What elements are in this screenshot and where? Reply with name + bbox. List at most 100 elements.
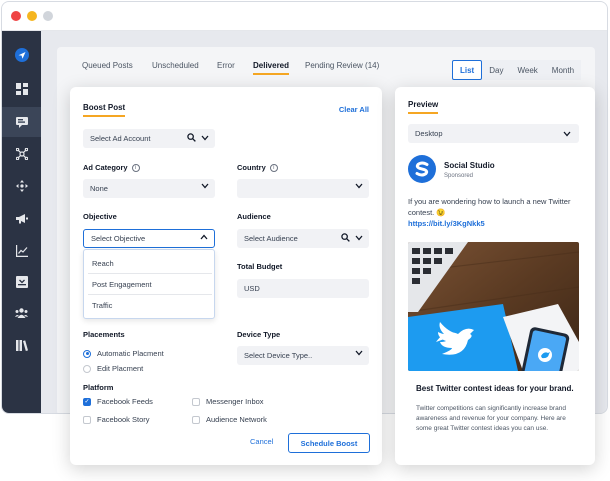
- search-icon: [341, 233, 350, 242]
- placements-label: Placements: [83, 330, 125, 339]
- preview-panel: Preview Desktop Social Studio Sponsored …: [395, 87, 595, 465]
- checkbox-empty: [83, 415, 91, 424]
- platform-messenger-inbox-checkbox[interactable]: Messenger Inbox: [192, 397, 264, 406]
- total-budget-input[interactable]: USD: [237, 279, 369, 298]
- objective-option-traffic[interactable]: Traffic: [92, 301, 112, 310]
- ad-category-label: Ad Category i: [83, 163, 140, 172]
- brand-name: Social Studio: [444, 161, 495, 170]
- tab-queued-posts[interactable]: Queued Posts: [82, 61, 133, 70]
- device-preview-value: Desktop: [415, 129, 443, 138]
- network-icon[interactable]: [2, 139, 41, 169]
- library-icon[interactable]: [2, 330, 41, 360]
- platform-label: Platform: [83, 383, 114, 392]
- audience-placeholder: Select Audience: [244, 234, 298, 243]
- platform-facebook-story-label: Facebook Story: [97, 415, 150, 424]
- device-type-label: Device Type: [237, 330, 281, 339]
- ad-account-placeholder: Select Ad Account: [90, 134, 151, 143]
- device-preview-select[interactable]: Desktop: [408, 124, 579, 143]
- objective-dropdown: Reach Post Engagement Traffic: [83, 249, 215, 319]
- preview-title: Preview: [408, 100, 439, 114]
- users-icon[interactable]: [2, 298, 41, 328]
- budget-currency: USD: [244, 284, 260, 293]
- info-icon[interactable]: i: [131, 163, 140, 172]
- chevron-up-icon: [200, 234, 208, 240]
- divider: [88, 273, 212, 274]
- view-day[interactable]: Day: [482, 60, 511, 80]
- divider: [88, 294, 212, 295]
- objective-option-post-engagement[interactable]: Post Engagement: [92, 280, 152, 289]
- ad-category-label-text: Ad Category: [83, 163, 128, 172]
- objective-label: Objective: [83, 212, 117, 221]
- total-budget-label: Total Budget: [237, 262, 283, 271]
- title-bar: [2, 2, 607, 31]
- tab-error[interactable]: Error: [217, 61, 235, 70]
- tab-pending-review[interactable]: Pending Review (14): [305, 61, 379, 70]
- close-dot[interactable]: [11, 11, 21, 21]
- search-icon: [187, 133, 196, 142]
- clear-all-button[interactable]: Clear All: [339, 105, 369, 114]
- country-label-text: Country: [237, 163, 266, 172]
- post-headline: Best Twitter contest ideas for your bran…: [416, 384, 574, 393]
- move-icon[interactable]: [2, 171, 41, 201]
- objective-placeholder: Select Objective: [91, 234, 146, 243]
- chevron-down-icon: [563, 131, 571, 137]
- info-icon[interactable]: i: [269, 163, 278, 172]
- maximize-dot[interactable]: [43, 11, 53, 21]
- view-toggle: List Day Week Month: [452, 60, 582, 80]
- cancel-button[interactable]: Cancel: [250, 437, 273, 446]
- platform-facebook-story-checkbox[interactable]: Facebook Story: [83, 415, 150, 424]
- audience-label: Audience: [237, 212, 271, 221]
- sidebar: [2, 31, 41, 413]
- chevron-down-icon: [201, 183, 209, 189]
- post-description: Twitter competitions can significantly i…: [416, 405, 566, 432]
- platform-messenger-inbox-label: Messenger Inbox: [206, 397, 264, 406]
- radio-unselected: [83, 364, 91, 373]
- radio-selected: [83, 349, 91, 358]
- country-label: Country i: [237, 163, 278, 172]
- post-image: [408, 242, 579, 371]
- placement-automatic-radio[interactable]: Automatic Placment: [83, 349, 164, 358]
- platform-audience-network-checkbox[interactable]: Audience Network: [192, 415, 267, 424]
- view-week[interactable]: Week: [510, 60, 545, 80]
- post-text: If you are wondering how to launch a new…: [408, 197, 571, 217]
- analytics-icon[interactable]: [2, 236, 41, 266]
- ad-account-select[interactable]: Select Ad Account: [83, 129, 215, 148]
- platform-facebook-feeds-label: Facebook Feeds: [97, 397, 153, 406]
- platform-facebook-feeds-checkbox[interactable]: ✓ Facebook Feeds: [83, 397, 153, 406]
- country-select[interactable]: [237, 179, 369, 198]
- brand-logo-icon: [408, 155, 436, 183]
- schedule-boost-button[interactable]: Schedule Boost: [288, 433, 370, 453]
- chevron-down-icon: [355, 183, 363, 189]
- audience-select[interactable]: Select Audience: [237, 229, 369, 248]
- post-link[interactable]: https://bit.ly/3KgNkk5: [408, 219, 485, 228]
- checkbox-empty: [192, 415, 200, 424]
- chevron-down-icon: [355, 235, 363, 240]
- objective-select[interactable]: Select Objective: [83, 229, 215, 248]
- placement-edit-radio[interactable]: Edit Placment: [83, 364, 143, 373]
- sponsored-label: Sponsored: [444, 173, 474, 179]
- posts-icon[interactable]: [2, 107, 41, 137]
- checkmark-icon: ✓: [83, 397, 91, 406]
- boost-post-modal: Boost Post Clear All Select Ad Account A…: [70, 87, 382, 465]
- inbox-icon[interactable]: [2, 267, 41, 297]
- view-month[interactable]: Month: [544, 60, 582, 80]
- tab-delivered[interactable]: Delivered: [253, 61, 290, 75]
- ad-category-value: None: [90, 184, 108, 193]
- megaphone-icon[interactable]: [2, 203, 41, 233]
- device-type-placeholder: Select Device Type..: [244, 351, 313, 360]
- minimize-dot[interactable]: [27, 11, 37, 21]
- placement-edit-label: Edit Placment: [97, 364, 144, 373]
- ad-category-select[interactable]: None: [83, 179, 215, 198]
- platform-audience-network-label: Audience Network: [206, 415, 267, 424]
- placement-automatic-label: Automatic Placment: [97, 349, 164, 358]
- dashboard-icon[interactable]: [2, 74, 41, 104]
- boost-post-title: Boost Post: [83, 103, 126, 117]
- device-type-select[interactable]: Select Device Type..: [237, 346, 369, 365]
- checkbox-empty: [192, 397, 200, 406]
- send-icon[interactable]: [2, 40, 41, 70]
- objective-option-reach[interactable]: Reach: [92, 259, 114, 268]
- chevron-down-icon: [355, 350, 363, 356]
- chevron-down-icon: [201, 135, 209, 140]
- tab-unscheduled[interactable]: Unscheduled: [152, 61, 199, 70]
- view-list[interactable]: List: [452, 60, 483, 80]
